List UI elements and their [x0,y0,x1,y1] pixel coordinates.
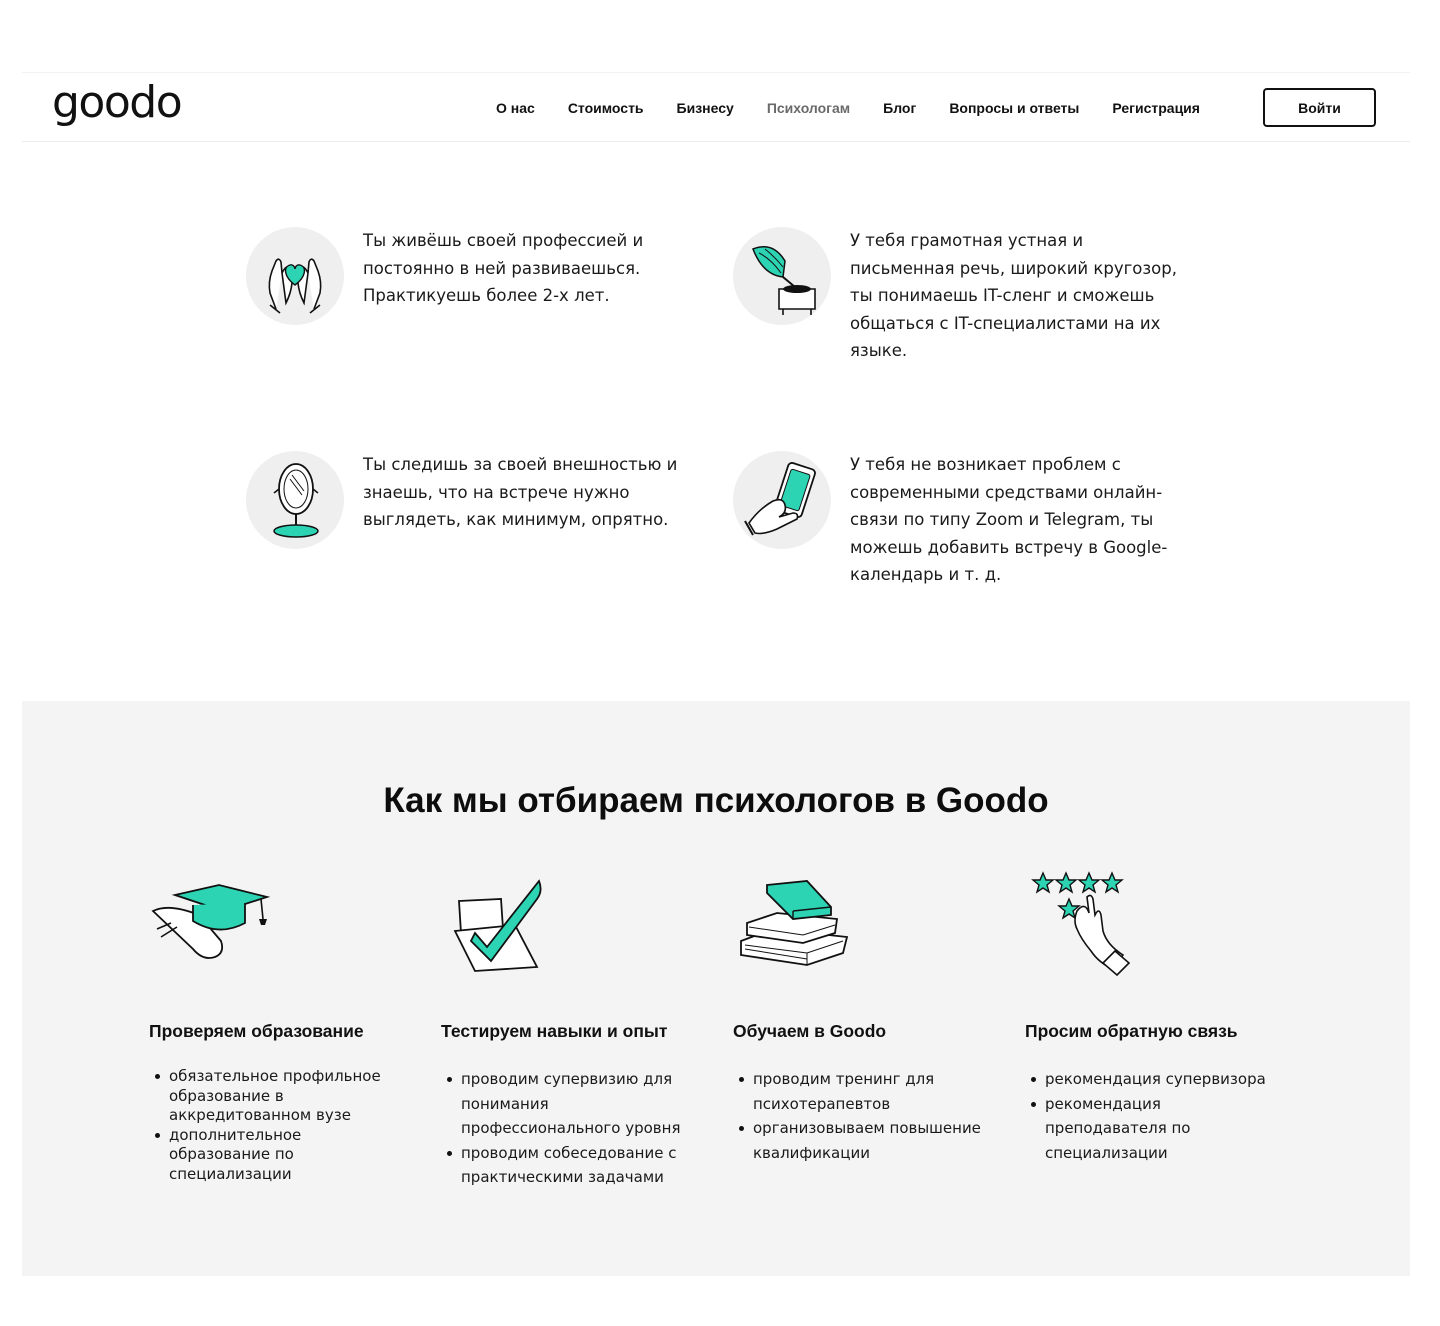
column-list: обязательное профильное образование в ак… [149,1067,399,1184]
column-list: рекомендация супервизора рекомендация пр… [1025,1067,1295,1165]
nav-item-faq[interactable]: Вопросы и ответы [949,100,1079,116]
main-nav: О нас Стоимость Бизнесу Психологам Блог … [496,73,1233,143]
nav-item-pricing[interactable]: Стоимость [568,100,644,116]
section-title: Как мы отбираем психологов в Goodo [383,781,1049,820]
goodo-logo[interactable]: goodo [52,79,182,129]
column-heading: Просим обратную связь [1025,1021,1238,1041]
requirement-text: Ты живёшь своей профессией и постоянно в… [363,231,644,305]
nav-item-registration[interactable]: Регистрация [1112,100,1200,116]
requirement-text: У тебя грамотная устная и письменная реч… [850,231,1177,360]
login-button[interactable]: Войти [1263,88,1376,127]
list-item: рекомендация супервизора [1025,1067,1295,1092]
column-list: проводим супервизию для понимания профес… [441,1067,696,1190]
list-item: дополнительное образование по специализа… [149,1126,379,1185]
rating-stars-icon [1031,871,1131,977]
requirement-text: Ты следишь за своей внешностью и знаешь,… [363,455,678,529]
nav-item-business[interactable]: Бизнесу [677,100,734,116]
column-heading: Тестируем навыки и опыт [441,1021,668,1041]
svg-text:goodo: goodo [52,79,181,128]
books-icon [740,880,849,966]
list-item: проводим тренинг для психотерапевтов [733,1067,973,1116]
column-list: проводим тренинг для психотерапевтов орг… [733,1067,983,1165]
nav-item-about[interactable]: О нас [496,100,535,116]
site-header: goodo О нас Стоимость Бизнесу Психологам… [22,72,1410,142]
heart-hands-icon [246,227,344,325]
gramophone-icon [733,227,831,325]
phone-in-hand-icon [733,451,831,549]
column-heading: Проверяем образование [149,1021,364,1041]
list-item: проводим супервизию для понимания профес… [441,1067,696,1141]
list-item: обязательное профильное образование в ак… [149,1067,399,1126]
list-item: организовываем повышение квалификации [733,1116,983,1165]
graduation-cap-icon [151,884,271,959]
selection-section: Как мы отбираем психологов в Goodo Прове… [22,701,1410,1276]
requirement-text: У тебя не возникает проблем с современны… [850,455,1168,584]
column-heading: Обучаем в Goodo [733,1021,887,1041]
list-item: рекомендация преподавателя по специализа… [1025,1092,1215,1166]
nav-item-psychologists[interactable]: Психологам [767,100,850,116]
mirror-icon [246,451,344,549]
list-item: проводим собеседование с практическими з… [441,1141,691,1190]
checkmark-icon [453,879,542,972]
nav-item-blog[interactable]: Блог [883,100,916,116]
